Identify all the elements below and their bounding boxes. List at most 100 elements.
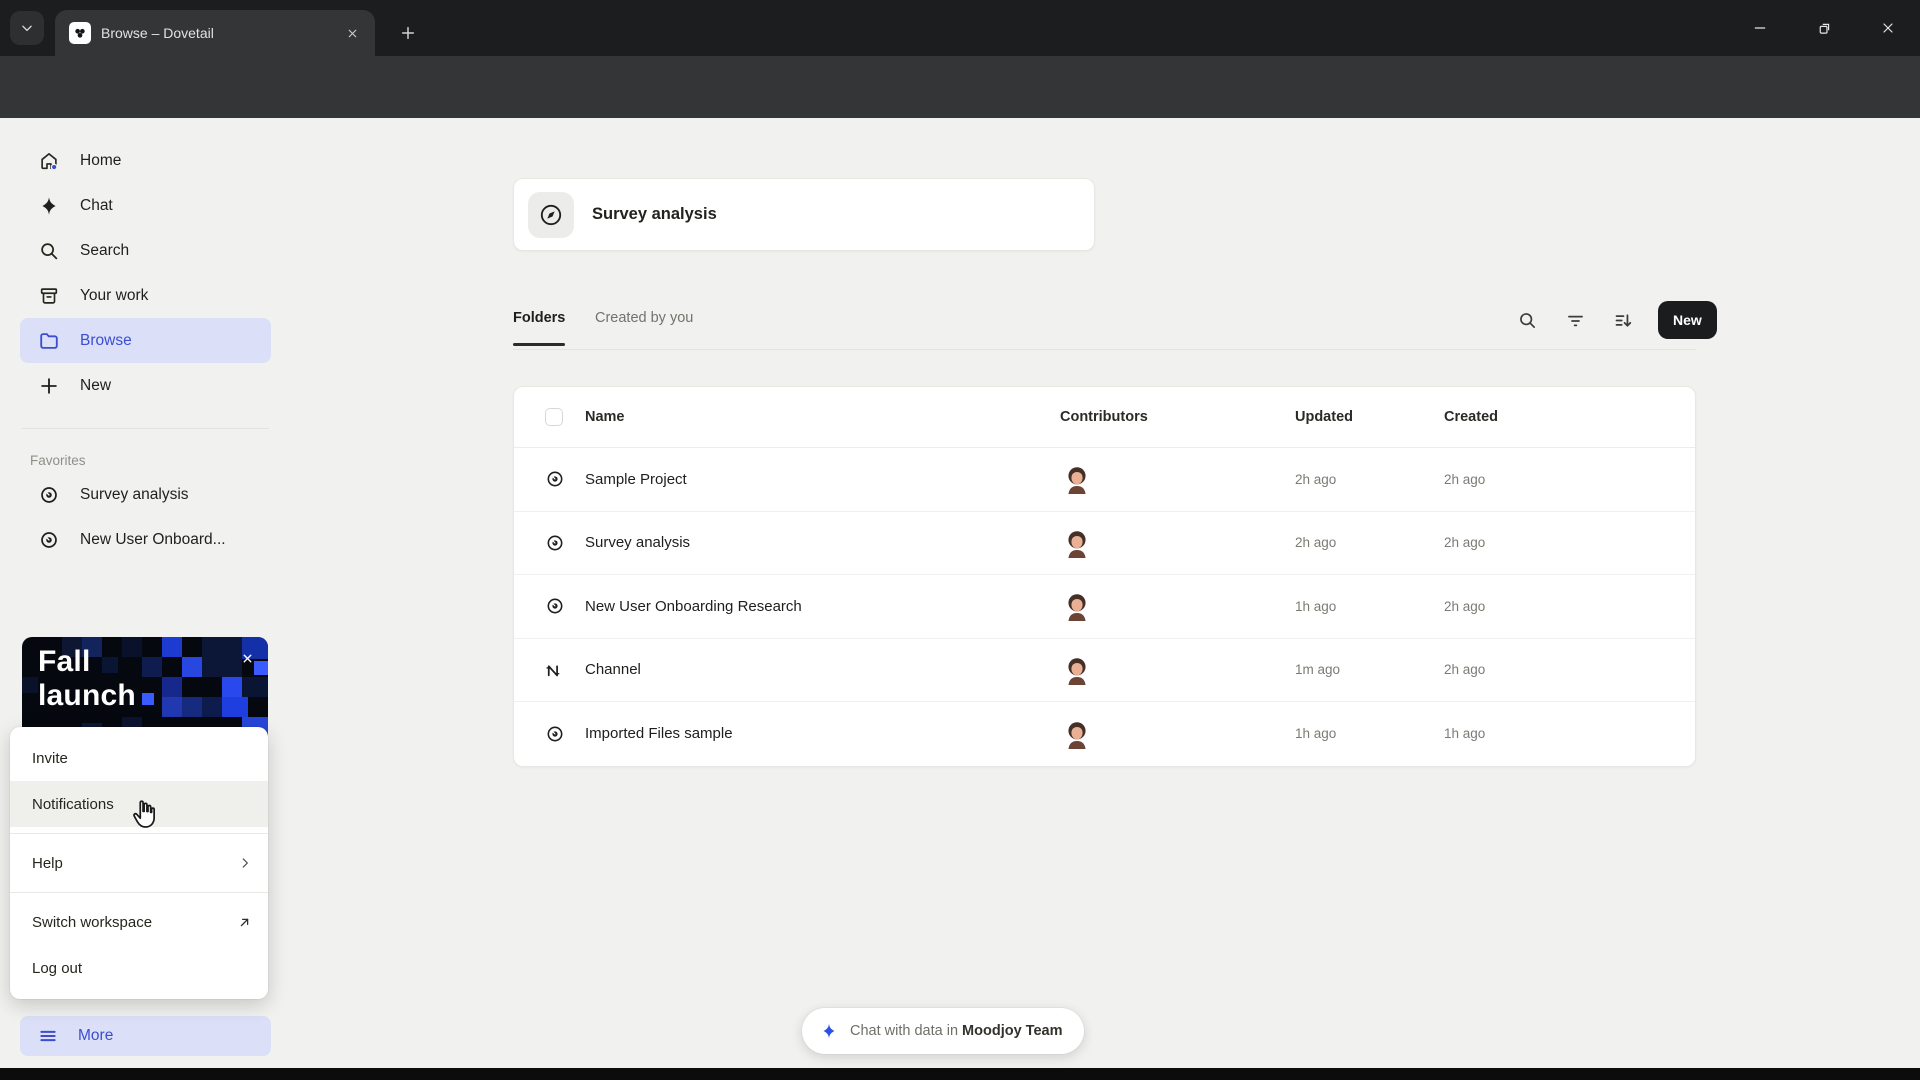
home-icon	[38, 150, 60, 172]
tab-created-by-you[interactable]: Created by you	[595, 310, 693, 326]
column-header-created[interactable]: Created	[1431, 409, 1695, 425]
updated-cell: 2h ago	[1282, 472, 1431, 487]
sparkle-icon	[820, 1022, 838, 1040]
close-window-button[interactable]	[1856, 0, 1920, 56]
search-icon[interactable]	[1510, 303, 1544, 337]
project-icon	[38, 529, 60, 551]
menu-item-label: Notifications	[32, 796, 114, 813]
created-cell: 2h ago	[1431, 472, 1695, 487]
row-name[interactable]: New User Onboarding Research	[577, 598, 1047, 615]
sidebar-item-label: Your work	[80, 287, 148, 305]
table-row[interactable]: Sample Project 2h ago 2h ago	[514, 448, 1695, 512]
sidebar-item-home[interactable]: Home	[20, 138, 271, 183]
menu-item-label: Help	[32, 855, 63, 872]
workspace-name: Moodjoy Team	[962, 1023, 1062, 1039]
created-cell: 2h ago	[1431, 599, 1695, 614]
menu-item-invite[interactable]: Invite	[10, 735, 268, 781]
new-tab-button[interactable]	[392, 17, 424, 49]
menu-item-switch-workspace[interactable]: Switch workspace	[10, 899, 268, 945]
project-icon	[38, 484, 60, 506]
folder-icon	[38, 330, 60, 352]
banner-close-icon[interactable]	[236, 647, 258, 669]
table-row[interactable]: Channel 1m ago 2h ago	[514, 639, 1695, 703]
column-header-name[interactable]: Name	[577, 409, 1047, 425]
account-menu: Invite Notifications Help Switch workspa…	[10, 727, 268, 999]
favorites-heading: Favorites	[30, 453, 271, 468]
sidebar-item-browse[interactable]: Browse	[20, 318, 271, 363]
contributor-cell	[1047, 464, 1282, 494]
arrow-up-right-icon	[237, 915, 252, 930]
search-icon	[38, 240, 60, 262]
menu-divider	[10, 833, 268, 834]
sidebar-item-your-work[interactable]: Your work	[20, 273, 271, 318]
sidebar-item-label: Home	[80, 152, 121, 170]
select-all-checkbox[interactable]	[545, 408, 563, 426]
compass-icon	[528, 192, 574, 238]
row-name[interactable]: Channel	[577, 661, 1047, 678]
bottom-edge-strip	[0, 1068, 1920, 1080]
contributor-cell	[1047, 719, 1282, 749]
menu-item-label: Switch workspace	[32, 914, 152, 931]
table-row[interactable]: Imported Files sample 1h ago 1h ago	[514, 702, 1695, 766]
sort-icon[interactable]	[1606, 303, 1640, 337]
chat-with-data-button[interactable]: Chat with data in Moodjoy Team	[802, 1008, 1084, 1054]
dovetail-favicon-icon	[69, 22, 91, 44]
sidebar-item-search[interactable]: Search	[20, 228, 271, 273]
favorite-item-new-user-onboarding[interactable]: New User Onboard...	[20, 517, 271, 562]
tab-folders[interactable]: Folders	[513, 310, 565, 326]
folders-table: Name Contributors Updated Created Sample…	[513, 386, 1696, 767]
table-row[interactable]: Survey analysis 2h ago 2h ago	[514, 512, 1695, 576]
tab-close-icon[interactable]	[343, 24, 361, 42]
browser-tab-strip: Browse – Dovetail	[0, 0, 1920, 56]
favorite-item-label: Survey analysis	[80, 486, 189, 504]
sidebar-item-label: Search	[80, 242, 129, 260]
channel-icon	[545, 660, 565, 680]
browser-tab[interactable]: Browse – Dovetail	[55, 10, 375, 56]
contributor-cell	[1047, 591, 1282, 621]
project-card-survey-analysis[interactable]: Survey analysis	[513, 178, 1095, 251]
sidebar-nav: Home Chat Search Your work	[20, 138, 271, 562]
tab-title: Browse – Dovetail	[101, 25, 333, 41]
dovetail-app: Home Chat Search Your work	[0, 118, 1920, 1068]
tab-search-button[interactable]	[10, 11, 44, 45]
updated-cell: 1m ago	[1282, 662, 1431, 677]
sidebar-item-chat[interactable]: Chat	[20, 183, 271, 228]
sidebar-item-label: New	[80, 377, 111, 395]
sidebar-item-new[interactable]: New	[20, 363, 271, 408]
more-button[interactable]: More	[20, 1016, 271, 1056]
list-actions: New	[1510, 301, 1717, 339]
mouse-cursor	[128, 797, 160, 833]
project-icon	[545, 469, 565, 489]
hamburger-icon	[38, 1026, 58, 1046]
project-icon	[545, 596, 565, 616]
contributor-avatar[interactable]	[1064, 591, 1090, 621]
contributor-avatar[interactable]	[1064, 528, 1090, 558]
contributor-avatar[interactable]	[1064, 655, 1090, 685]
column-header-contributors[interactable]: Contributors	[1047, 409, 1282, 425]
project-icon	[545, 533, 565, 553]
menu-item-help[interactable]: Help	[10, 840, 268, 886]
favorite-item-survey-analysis[interactable]: Survey analysis	[20, 472, 271, 517]
filter-icon[interactable]	[1558, 303, 1592, 337]
restore-button[interactable]	[1792, 0, 1856, 56]
new-folder-button[interactable]: New	[1658, 301, 1717, 339]
table-row[interactable]: New User Onboarding Research 1h ago 2h a…	[514, 575, 1695, 639]
plus-icon	[38, 375, 60, 397]
row-name[interactable]: Survey analysis	[577, 534, 1047, 551]
sidebar-divider	[22, 428, 269, 429]
sparkle-icon	[38, 195, 60, 217]
minimize-button[interactable]	[1728, 0, 1792, 56]
project-icon	[545, 724, 565, 744]
more-label: More	[78, 1027, 113, 1045]
table-header-row: Name Contributors Updated Created	[514, 387, 1695, 448]
contributor-avatar[interactable]	[1064, 719, 1090, 749]
created-cell: 2h ago	[1431, 535, 1695, 550]
menu-item-label: Invite	[32, 750, 68, 767]
contributor-avatar[interactable]	[1064, 464, 1090, 494]
menu-divider	[10, 892, 268, 893]
menu-item-log-out[interactable]: Log out	[10, 945, 268, 991]
row-name[interactable]: Sample Project	[577, 471, 1047, 488]
menu-item-label: Log out	[32, 960, 82, 977]
column-header-updated[interactable]: Updated	[1282, 409, 1431, 425]
row-name[interactable]: Imported Files sample	[577, 725, 1047, 742]
